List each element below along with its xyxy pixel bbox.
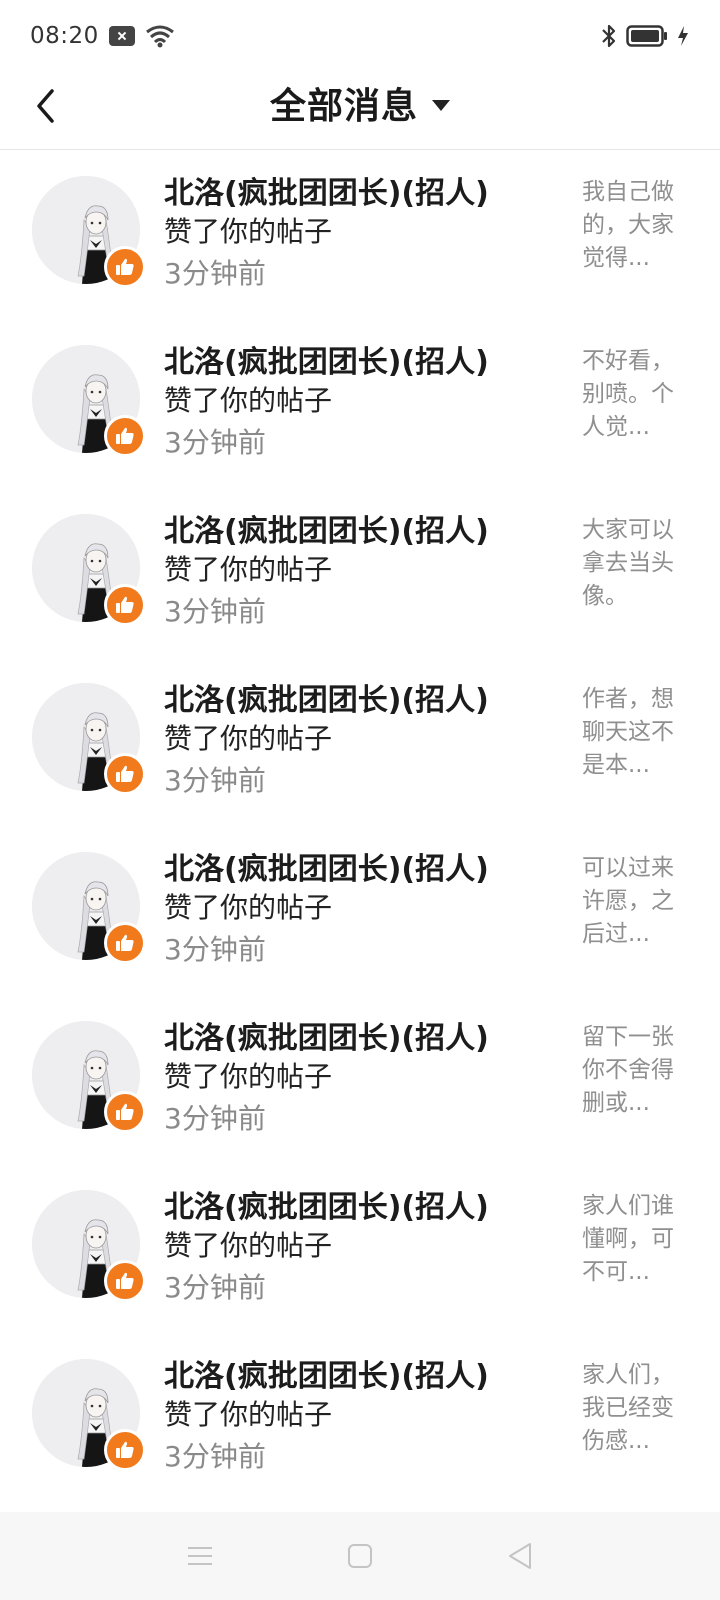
back-nav-button[interactable] (500, 1536, 540, 1576)
message-action: 赞了你的帖子 (164, 1398, 333, 1431)
home-button[interactable] (340, 1536, 380, 1576)
message-sender-name[interactable]: 北洛(疯批团团长)(招人) (164, 1013, 489, 1057)
status-right (600, 23, 690, 49)
message-sender-name[interactable]: 北洛(疯批团团长)(招人) (164, 675, 489, 719)
message-action: 赞了你的帖子 (164, 384, 333, 417)
message-item[interactable]: 北洛(疯批团团长)(招人) 赞了你的帖子 3分钟前 作者，想聊天这不是本... (0, 657, 720, 826)
message-time: 3分钟前 (164, 764, 266, 797)
thumbs-up-icon (104, 415, 146, 457)
message-action: 赞了你的帖子 (164, 1060, 333, 1093)
message-action: 赞了你的帖子 (164, 891, 333, 924)
system-nav-bar (0, 1512, 720, 1600)
thumbs-up-icon (104, 1429, 146, 1471)
thumbs-up-icon (104, 1091, 146, 1133)
wifi-icon (145, 25, 174, 48)
message-item[interactable]: 北洛(疯批团团长)(招人) 赞了你的帖子 3分钟前 家人们，我已经变伤感... (0, 1333, 720, 1502)
thumbs-up-icon (104, 753, 146, 795)
title-dropdown[interactable]: 全部消息 (0, 72, 720, 134)
title-bar: 全部消息 (0, 72, 720, 150)
post-preview[interactable]: 留下一张你不舍得删或... (582, 1021, 678, 1120)
message-item[interactable]: 北洛(疯批团团长)(招人) 赞了你的帖子 3分钟前 家人们谁懂啊，可不可... (0, 1164, 720, 1333)
post-preview[interactable]: 不好看，别喷。个人觉... (582, 345, 678, 444)
message-item[interactable]: 北洛(疯批团团长)(招人) 赞了你的帖子 3分钟前 我自己做的，大家觉得... (0, 150, 720, 319)
post-preview[interactable]: 家人们，我已经变伤感... (582, 1359, 678, 1458)
thumbs-up-icon (104, 922, 146, 964)
home-square-icon (348, 1544, 372, 1568)
message-action: 赞了你的帖子 (164, 722, 333, 755)
message-time: 3分钟前 (164, 933, 266, 966)
charging-icon (678, 26, 688, 46)
page-title: 全部消息 (269, 86, 418, 127)
message-sender-name[interactable]: 北洛(疯批团团长)(招人) (164, 1182, 489, 1226)
message-sender-name[interactable]: 北洛(疯批团团长)(招人) (164, 506, 489, 550)
back-triangle-icon (509, 1543, 531, 1569)
post-preview[interactable]: 可以过来许愿，之后过... (582, 852, 678, 951)
message-sender-name[interactable]: 北洛(疯批团团长)(招人) (164, 168, 489, 212)
thumbs-up-icon (104, 584, 146, 626)
message-time: 3分钟前 (164, 1440, 266, 1473)
notification-x-icon (108, 26, 135, 46)
caret-down-icon (432, 99, 450, 111)
message-list: 北洛(疯批团团长)(招人) 赞了你的帖子 3分钟前 我自己做的，大家觉得... … (0, 150, 720, 1502)
status-time: 08:20 (30, 23, 99, 49)
message-time: 3分钟前 (164, 595, 266, 628)
message-item[interactable]: 北洛(疯批团团长)(招人) 赞了你的帖子 3分钟前 大家可以拿去当头像。 (0, 488, 720, 657)
message-sender-name[interactable]: 北洛(疯批团团长)(招人) (164, 1351, 489, 1395)
battery-icon (626, 25, 667, 47)
thumbs-up-icon (104, 1260, 146, 1302)
menu-icon (188, 1547, 212, 1565)
post-preview[interactable]: 作者，想聊天这不是本... (582, 683, 678, 782)
status-bar: 08:20 (0, 0, 720, 72)
message-action: 赞了你的帖子 (164, 1229, 333, 1262)
message-item[interactable]: 北洛(疯批团团长)(招人) 赞了你的帖子 3分钟前 留下一张你不舍得删或... (0, 995, 720, 1164)
message-time: 3分钟前 (164, 257, 266, 290)
menu-button[interactable] (180, 1536, 220, 1576)
message-item[interactable]: 北洛(疯批团团长)(招人) 赞了你的帖子 3分钟前 可以过来许愿，之后过... (0, 826, 720, 995)
message-action: 赞了你的帖子 (164, 215, 333, 248)
post-preview[interactable]: 大家可以拿去当头像。 (582, 514, 678, 613)
message-time: 3分钟前 (164, 1271, 266, 1304)
status-left: 08:20 (30, 23, 175, 49)
thumbs-up-icon (104, 246, 146, 288)
post-preview[interactable]: 家人们谁懂啊，可不可... (582, 1190, 678, 1289)
post-preview[interactable]: 我自己做的，大家觉得... (582, 176, 678, 275)
message-item[interactable]: 北洛(疯批团团长)(招人) 赞了你的帖子 3分钟前 不好看，别喷。个人觉... (0, 319, 720, 488)
message-time: 3分钟前 (164, 1102, 266, 1135)
bluetooth-icon (602, 24, 616, 48)
message-sender-name[interactable]: 北洛(疯批团团长)(招人) (164, 337, 489, 381)
message-time: 3分钟前 (164, 426, 266, 459)
message-sender-name[interactable]: 北洛(疯批团团长)(招人) (164, 844, 489, 888)
message-action: 赞了你的帖子 (164, 553, 333, 586)
